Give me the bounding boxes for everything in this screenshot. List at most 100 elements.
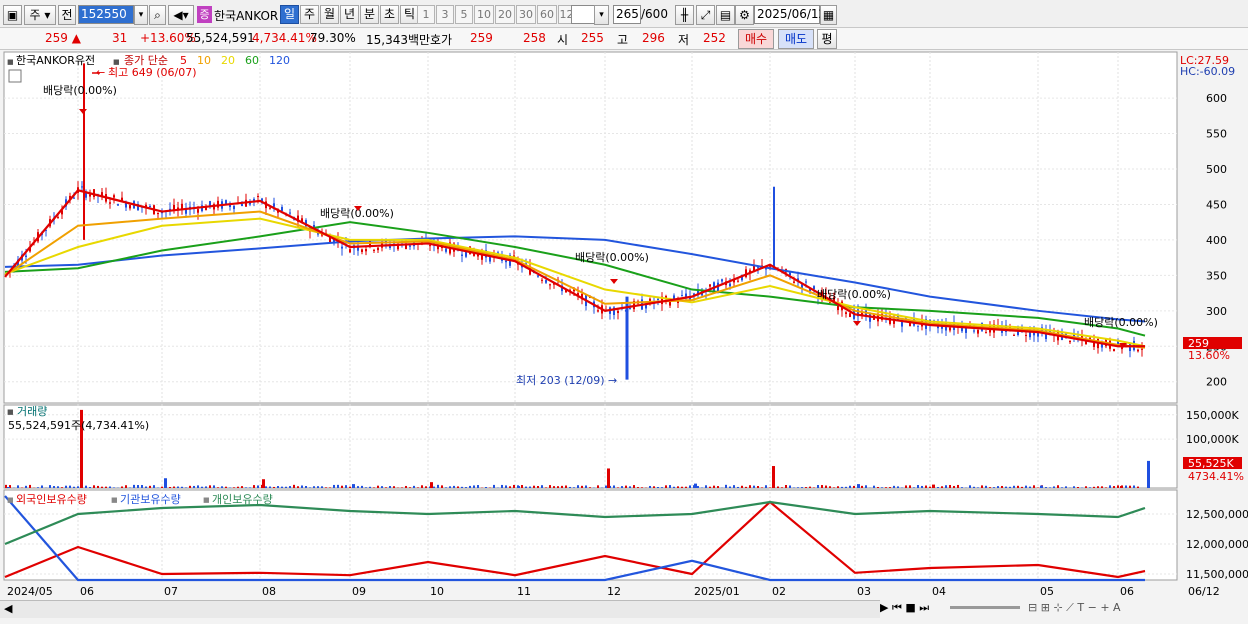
text-tool-icon[interactable]: T [1077,601,1084,614]
interval-5[interactable]: 5 [455,5,473,24]
font-size-icon[interactable]: A [1113,601,1121,614]
volume-bar [625,486,627,488]
volume-bar [133,485,135,488]
chart-svg[interactable]: 200250300350400450500550600←최고 649 (06/0… [0,50,1248,621]
volume-bar [309,487,311,488]
period-select[interactable]: 주 ▾ [24,5,56,25]
zoom-slider[interactable] [950,606,1020,609]
volume-bar [793,487,795,488]
interval-20[interactable]: 20 [495,5,515,24]
volume-bar [401,487,403,488]
volume-bar [521,485,523,488]
candle-body [1025,335,1027,336]
crosshair-icon[interactable]: ⊹ [1053,601,1062,614]
scroll-right-icon[interactable]: ▶ [880,601,888,614]
table-icon[interactable] [9,70,21,82]
interval-3[interactable]: 3 [436,5,454,24]
tab-0[interactable]: 일 [280,5,299,24]
stock-name[interactable]: 한국ANKOR유 [214,7,278,24]
horizontal-scrollbar[interactable]: ◀ [0,600,880,618]
calendar-icon[interactable]: ▦ [820,5,837,25]
count-input[interactable]: 265 [613,5,641,24]
save-icon[interactable]: ▤ [716,5,735,25]
volume-bar [533,486,535,488]
volume-bar [209,485,211,488]
volume-bar [565,486,567,488]
volume-bar [449,486,451,488]
volume-bar [1129,486,1131,488]
search-icon[interactable]: ⌕ [149,5,166,25]
candle-body [461,255,463,256]
volume-bar [713,486,715,488]
speaker-icon[interactable]: ◀▾ [168,5,194,25]
stop-icon[interactable]: ■ [905,601,915,614]
gear-icon[interactable]: ⚙ [735,5,754,25]
volume-peak-bar [1120,486,1123,488]
volume-bar [377,486,379,488]
window-icon[interactable]: ▣ [3,5,22,25]
volume-bar [357,486,359,488]
volume-bar [217,487,219,488]
eval-button[interactable]: 평 [817,29,837,49]
prev-button[interactable]: 전 [58,5,76,25]
volume-bar [57,486,59,488]
volume-bar [513,485,515,488]
zoom-in-icon[interactable]: ⊞ [1041,601,1050,614]
candle-icon[interactable]: ╫ [675,5,694,25]
minus-icon[interactable]: − [1088,601,1097,614]
candle-body [1141,349,1143,350]
stock-code-input[interactable]: 152550 [78,5,134,24]
volume-bar [349,487,351,488]
ma-legend-120: 120 [269,54,290,67]
candle-body [113,195,115,197]
last-volume-rate: 4734.41% [1188,470,1244,483]
tab-5[interactable]: 초 [380,5,399,24]
ma-legend-10: 10 [197,54,211,67]
tab-2[interactable]: 월 [320,5,339,24]
count-total: /600 [641,7,668,21]
zoom-out-icon[interactable]: ⊟ [1028,601,1037,614]
date-input[interactable]: 2025/06/12 [754,5,820,24]
candle-body [233,206,235,209]
line-tool-icon[interactable]: ⟋ [1066,601,1074,614]
volume-bar [841,487,843,488]
last-icon[interactable]: ⏭ [919,601,929,614]
volume-bar [313,486,315,488]
ratio-value: 79.30% [310,31,356,45]
volume-bar [173,487,175,488]
main-toolbar: ▣ 주 ▾ 전 152550 ▾ ⌕ ◀▾ 증 한국ANKOR유 일주월년분초틱… [0,0,1248,28]
first-icon[interactable]: ⏮ [892,601,902,614]
candle-body [269,208,271,209]
volume-bar [745,487,747,488]
candle-body [669,302,671,306]
interval-1[interactable]: 1 [417,5,435,24]
sell-button[interactable]: 매도 [778,29,814,49]
candle-body [849,313,851,317]
candle-body [89,195,91,197]
x-axis-label: 07 [164,585,178,598]
candle-body [617,311,619,313]
volume-bar [777,486,779,488]
scroll-left-icon[interactable]: ◀ [4,602,12,615]
open-value: 255 [581,31,604,45]
draw-tool-icon[interactable]: ⤢ [696,5,715,25]
interval-30[interactable]: 30 [516,5,536,24]
code-dropdown-icon[interactable]: ▾ [134,5,148,25]
interval-10[interactable]: 10 [474,5,494,24]
candle-body [1113,349,1115,351]
volume-bar [825,486,827,488]
volume-bar [701,487,703,488]
buy-button[interactable]: 매수 [738,29,774,49]
tab-1[interactable]: 주 [300,5,319,24]
interval-dropdown-icon[interactable]: ▾ [594,5,609,25]
ma-legend-60: 60 [245,54,259,67]
tab-3[interactable]: 년 [340,5,359,24]
interval-60[interactable]: 60 [537,5,557,24]
chart-area[interactable]: 200250300350400450500550600←최고 649 (06/0… [0,50,1248,621]
x-axis-label: 09 [352,585,366,598]
plus-icon[interactable]: + [1100,601,1109,614]
volume-peak-bar [607,468,610,488]
volume-bar [529,487,531,488]
tab-4[interactable]: 분 [360,5,379,24]
volume-bar [541,485,543,488]
